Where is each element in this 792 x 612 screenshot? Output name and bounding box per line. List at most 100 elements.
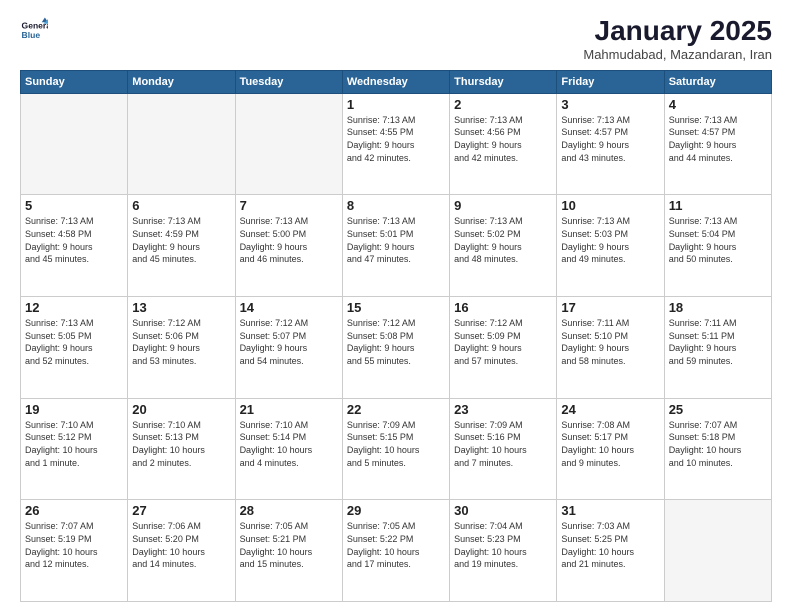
day-info: Sunrise: 7:13 AM Sunset: 4:57 PM Dayligh… [561,114,659,164]
day-number: 6 [132,198,230,213]
calendar-cell: 23 Sunrise: 7:09 AM Sunset: 5:16 PM Dayli… [450,398,557,500]
location-subtitle: Mahmudabad, Mazandaran, Iran [583,47,772,62]
day-number: 22 [347,402,445,417]
day-info: Sunrise: 7:13 AM Sunset: 4:58 PM Dayligh… [25,215,123,265]
calendar-cell: 5 Sunrise: 7:13 AM Sunset: 4:58 PM Daylig… [21,195,128,297]
calendar-cell: 25 Sunrise: 7:07 AM Sunset: 5:18 PM Dayli… [664,398,771,500]
day-number: 1 [347,97,445,112]
day-number: 15 [347,300,445,315]
calendar-cell: 28 Sunrise: 7:05 AM Sunset: 5:21 PM Dayli… [235,500,342,602]
day-info: Sunrise: 7:05 AM Sunset: 5:21 PM Dayligh… [240,520,338,570]
calendar-week-4: 19 Sunrise: 7:10 AM Sunset: 5:12 PM Dayli… [21,398,772,500]
day-number: 17 [561,300,659,315]
day-info: Sunrise: 7:11 AM Sunset: 5:10 PM Dayligh… [561,317,659,367]
day-number: 31 [561,503,659,518]
calendar-table: Sunday Monday Tuesday Wednesday Thursday… [20,70,772,602]
day-info: Sunrise: 7:13 AM Sunset: 5:02 PM Dayligh… [454,215,552,265]
day-info: Sunrise: 7:11 AM Sunset: 5:11 PM Dayligh… [669,317,767,367]
header-friday: Friday [557,70,664,93]
day-info: Sunrise: 7:08 AM Sunset: 5:17 PM Dayligh… [561,419,659,469]
day-number: 27 [132,503,230,518]
calendar-cell: 8 Sunrise: 7:13 AM Sunset: 5:01 PM Daylig… [342,195,449,297]
day-number: 12 [25,300,123,315]
header-wednesday: Wednesday [342,70,449,93]
day-info: Sunrise: 7:04 AM Sunset: 5:23 PM Dayligh… [454,520,552,570]
calendar-week-1: 1 Sunrise: 7:13 AM Sunset: 4:55 PM Daylig… [21,93,772,195]
day-info: Sunrise: 7:09 AM Sunset: 5:15 PM Dayligh… [347,419,445,469]
calendar-cell [128,93,235,195]
day-info: Sunrise: 7:10 AM Sunset: 5:13 PM Dayligh… [132,419,230,469]
calendar-cell: 14Sunrise: 7:12 AM Sunset: 5:07 PM Dayli… [235,297,342,399]
calendar-cell: 22 Sunrise: 7:09 AM Sunset: 5:15 PM Dayli… [342,398,449,500]
calendar-cell: 1 Sunrise: 7:13 AM Sunset: 4:55 PM Daylig… [342,93,449,195]
day-number: 4 [669,97,767,112]
header-monday: Monday [128,70,235,93]
calendar-cell: 17 Sunrise: 7:11 AM Sunset: 5:10 PM Dayli… [557,297,664,399]
day-info: Sunrise: 7:13 AM Sunset: 4:55 PM Dayligh… [347,114,445,164]
calendar-week-3: 12Sunrise: 7:13 AM Sunset: 5:05 PM Dayli… [21,297,772,399]
calendar-cell: 7 Sunrise: 7:13 AM Sunset: 5:00 PM Daylig… [235,195,342,297]
day-number: 28 [240,503,338,518]
day-number: 25 [669,402,767,417]
calendar-cell: 12Sunrise: 7:13 AM Sunset: 5:05 PM Dayli… [21,297,128,399]
day-info: Sunrise: 7:13 AM Sunset: 5:01 PM Dayligh… [347,215,445,265]
calendar-cell: 21Sunrise: 7:10 AM Sunset: 5:14 PM Dayli… [235,398,342,500]
calendar-cell [664,500,771,602]
day-number: 3 [561,97,659,112]
day-info: Sunrise: 7:12 AM Sunset: 5:06 PM Dayligh… [132,317,230,367]
day-info: Sunrise: 7:05 AM Sunset: 5:22 PM Dayligh… [347,520,445,570]
calendar-cell: 20 Sunrise: 7:10 AM Sunset: 5:13 PM Dayli… [128,398,235,500]
day-number: 7 [240,198,338,213]
calendar-cell: 9 Sunrise: 7:13 AM Sunset: 5:02 PM Daylig… [450,195,557,297]
day-info: Sunrise: 7:09 AM Sunset: 5:16 PM Dayligh… [454,419,552,469]
day-number: 29 [347,503,445,518]
day-info: Sunrise: 7:13 AM Sunset: 5:04 PM Dayligh… [669,215,767,265]
day-info: Sunrise: 7:07 AM Sunset: 5:18 PM Dayligh… [669,419,767,469]
header-tuesday: Tuesday [235,70,342,93]
day-info: Sunrise: 7:13 AM Sunset: 4:56 PM Dayligh… [454,114,552,164]
day-info: Sunrise: 7:12 AM Sunset: 5:08 PM Dayligh… [347,317,445,367]
header-saturday: Saturday [664,70,771,93]
calendar-week-5: 26Sunrise: 7:07 AM Sunset: 5:19 PM Dayli… [21,500,772,602]
day-info: Sunrise: 7:12 AM Sunset: 5:07 PM Dayligh… [240,317,338,367]
logo-icon: General Blue [20,16,48,44]
calendar-cell: 11 Sunrise: 7:13 AM Sunset: 5:04 PM Dayli… [664,195,771,297]
day-info: Sunrise: 7:13 AM Sunset: 4:57 PM Dayligh… [669,114,767,164]
calendar-cell: 29 Sunrise: 7:05 AM Sunset: 5:22 PM Dayli… [342,500,449,602]
day-number: 19 [25,402,123,417]
day-number: 11 [669,198,767,213]
day-number: 2 [454,97,552,112]
day-info: Sunrise: 7:10 AM Sunset: 5:12 PM Dayligh… [25,419,123,469]
calendar-cell: 27 Sunrise: 7:06 AM Sunset: 5:20 PM Dayli… [128,500,235,602]
calendar-cell: 30Sunrise: 7:04 AM Sunset: 5:23 PM Dayli… [450,500,557,602]
calendar-week-2: 5 Sunrise: 7:13 AM Sunset: 4:58 PM Daylig… [21,195,772,297]
calendar-cell: 3 Sunrise: 7:13 AM Sunset: 4:57 PM Daylig… [557,93,664,195]
calendar-cell: 18 Sunrise: 7:11 AM Sunset: 5:11 PM Dayli… [664,297,771,399]
header: General Blue January 2025 Mahmudabad, Ma… [20,16,772,62]
calendar-cell: 31 Sunrise: 7:03 AM Sunset: 5:25 PM Dayli… [557,500,664,602]
weekday-header-row: Sunday Monday Tuesday Wednesday Thursday… [21,70,772,93]
title-block: January 2025 Mahmudabad, Mazandaran, Ira… [583,16,772,62]
day-number: 10 [561,198,659,213]
day-info: Sunrise: 7:13 AM Sunset: 4:59 PM Dayligh… [132,215,230,265]
header-sunday: Sunday [21,70,128,93]
calendar-cell: 4 Sunrise: 7:13 AM Sunset: 4:57 PM Daylig… [664,93,771,195]
svg-text:Blue: Blue [22,30,41,40]
day-number: 5 [25,198,123,213]
day-number: 8 [347,198,445,213]
day-info: Sunrise: 7:13 AM Sunset: 5:00 PM Dayligh… [240,215,338,265]
day-number: 24 [561,402,659,417]
day-info: Sunrise: 7:03 AM Sunset: 5:25 PM Dayligh… [561,520,659,570]
day-number: 20 [132,402,230,417]
day-number: 18 [669,300,767,315]
calendar-cell: 6 Sunrise: 7:13 AM Sunset: 4:59 PM Daylig… [128,195,235,297]
day-info: Sunrise: 7:13 AM Sunset: 5:03 PM Dayligh… [561,215,659,265]
day-info: Sunrise: 7:06 AM Sunset: 5:20 PM Dayligh… [132,520,230,570]
day-number: 9 [454,198,552,213]
day-info: Sunrise: 7:12 AM Sunset: 5:09 PM Dayligh… [454,317,552,367]
day-number: 23 [454,402,552,417]
logo: General Blue [20,16,48,44]
day-number: 21 [240,402,338,417]
page: General Blue January 2025 Mahmudabad, Ma… [0,0,792,612]
calendar-cell: 16Sunrise: 7:12 AM Sunset: 5:09 PM Dayli… [450,297,557,399]
